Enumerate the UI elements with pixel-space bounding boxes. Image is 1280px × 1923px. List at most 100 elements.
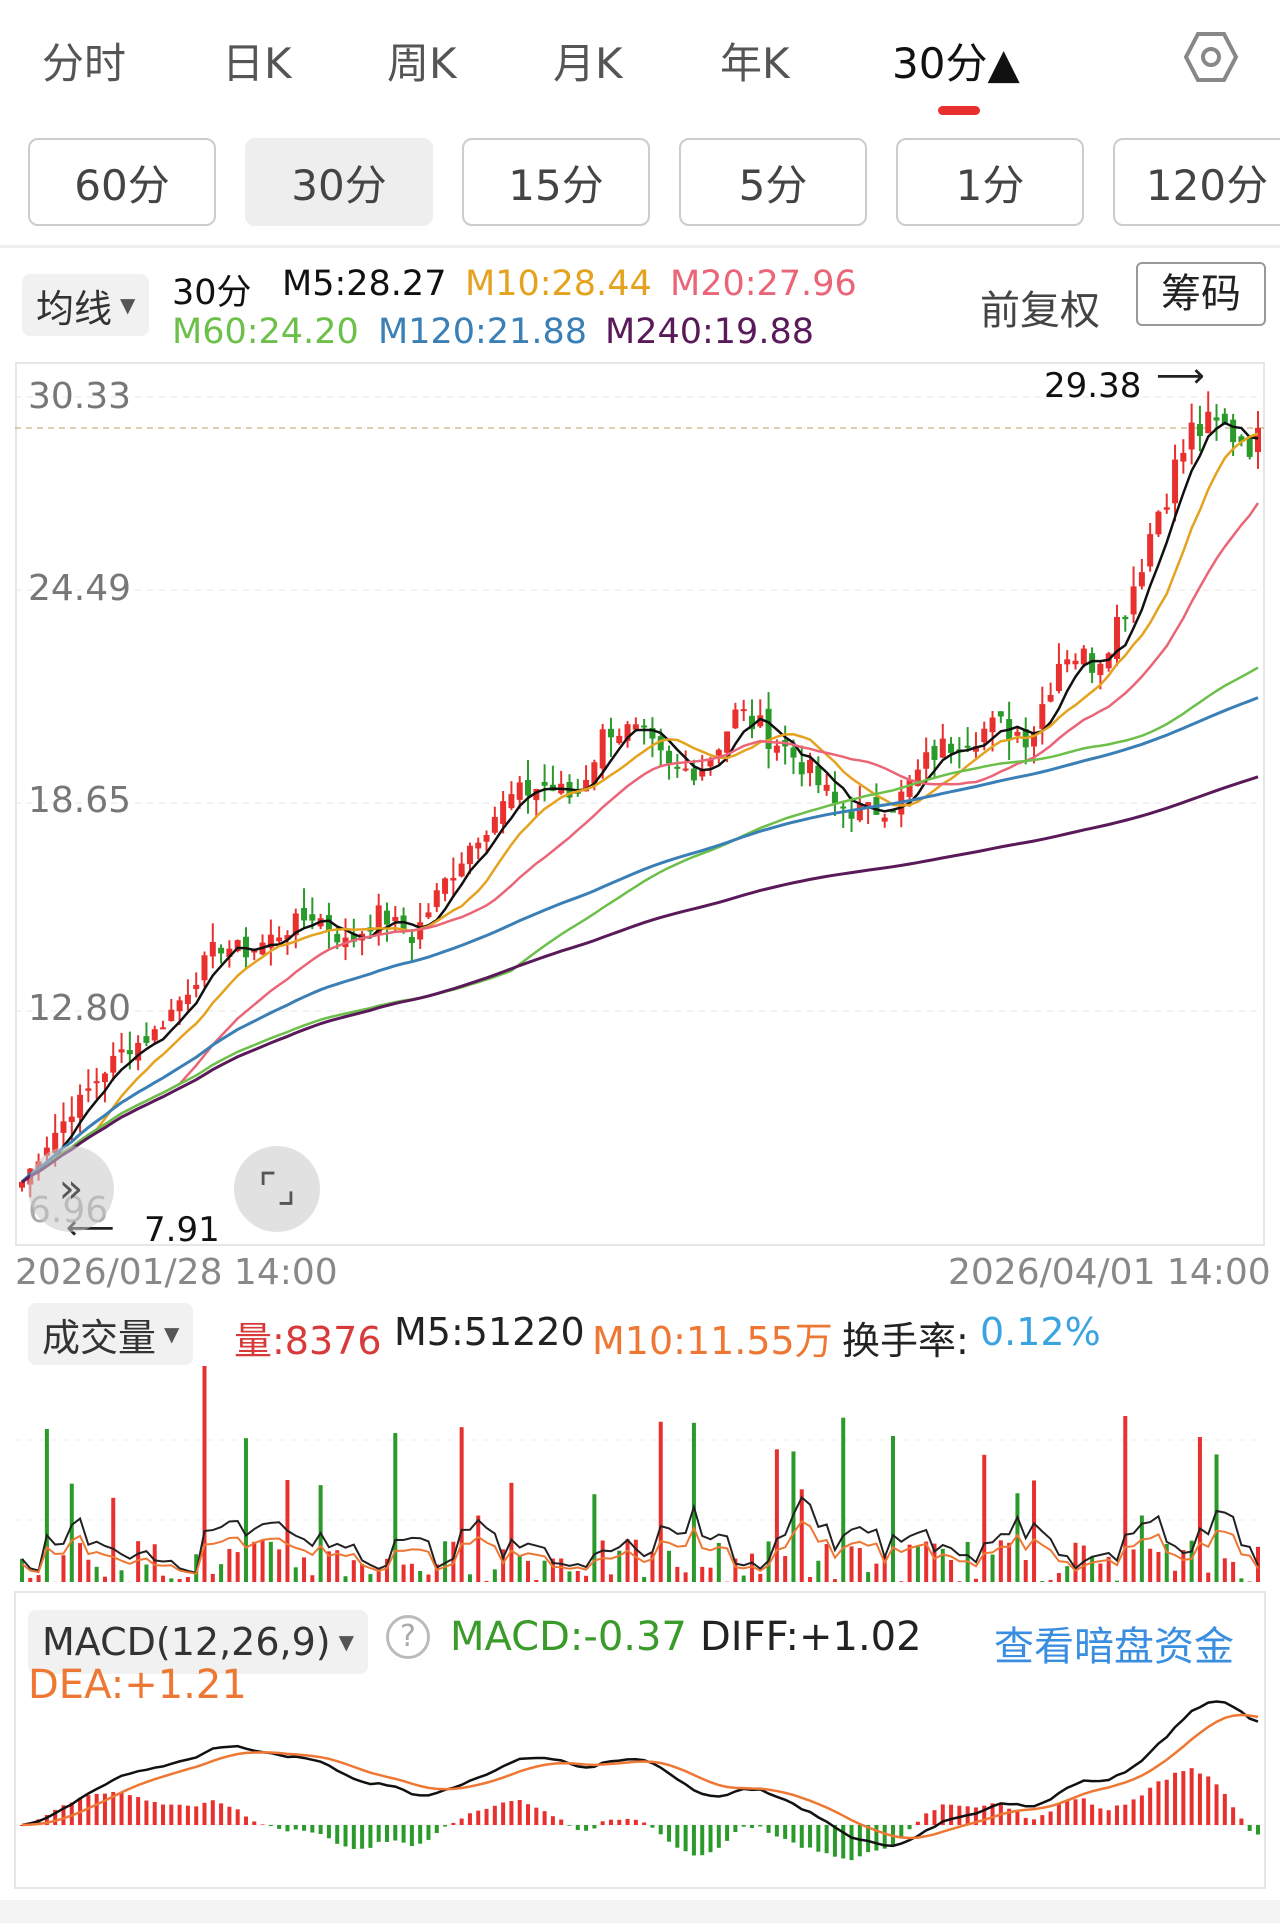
help-icon[interactable]: ? — [386, 1615, 430, 1659]
volume-bar — [178, 1579, 182, 1582]
macd-bar — [211, 1800, 215, 1825]
macd-bar — [551, 1816, 555, 1825]
y-label: 18.65 — [28, 780, 131, 821]
macd-bar — [310, 1825, 314, 1833]
macd-bar — [816, 1825, 820, 1852]
macd-bar — [1198, 1774, 1202, 1825]
volume-bar — [1198, 1437, 1202, 1582]
macd-bar — [335, 1825, 339, 1844]
candle-body — [948, 744, 954, 753]
expand-sidebar-button[interactable]: » — [28, 1146, 114, 1232]
candle-body — [832, 792, 838, 803]
candle-body — [500, 801, 506, 824]
candle-body — [790, 748, 796, 758]
macd-bar — [791, 1825, 795, 1843]
candle-body — [990, 718, 996, 733]
volume-bar — [1065, 1566, 1069, 1582]
candle-body — [1197, 424, 1203, 436]
candle-body — [1147, 534, 1153, 566]
macd-bar — [1123, 1805, 1127, 1825]
macd-bar — [136, 1797, 140, 1825]
volume-bar — [302, 1557, 306, 1582]
macd-bar — [924, 1813, 928, 1825]
candle-body — [774, 746, 780, 753]
macd-bar — [684, 1825, 688, 1851]
volume-bar — [1115, 1581, 1119, 1582]
candle-body — [152, 1029, 158, 1040]
volume-dropdown-label: 成交量 — [42, 1307, 156, 1362]
macd-bar — [543, 1811, 547, 1825]
candle-body — [1189, 423, 1195, 450]
macd-bar — [144, 1801, 148, 1825]
volume-bar — [310, 1575, 314, 1582]
candle-body — [193, 985, 199, 989]
volume-bar — [460, 1427, 464, 1582]
macd-bar — [485, 1809, 489, 1825]
dark-pool-link[interactable]: 查看暗盘资金 — [994, 1614, 1234, 1672]
candle-body — [857, 803, 863, 820]
volume-bar — [684, 1572, 688, 1582]
volume-bar — [858, 1548, 862, 1582]
candle-body — [1172, 460, 1178, 504]
volume-dropdown[interactable]: 成交量▼ — [28, 1303, 193, 1365]
volume-bar — [1007, 1543, 1011, 1582]
macd-bar — [916, 1822, 920, 1825]
candle-body — [508, 794, 514, 808]
macd-bar — [269, 1825, 273, 1826]
macd-bar — [601, 1821, 605, 1825]
macd-bar — [584, 1825, 588, 1831]
macd-value: MACD:-0.37 — [450, 1614, 687, 1660]
candle-body — [1155, 512, 1161, 535]
macd-bar — [700, 1825, 704, 1855]
macd-bar — [178, 1805, 182, 1825]
fullscreen-button[interactable]: ⌜⌟ — [234, 1146, 320, 1232]
volume-bar — [70, 1484, 74, 1582]
macd-bar — [451, 1823, 455, 1825]
volume-bar — [1239, 1578, 1243, 1582]
caret-down-icon: ▼ — [339, 1630, 354, 1654]
macd-bar — [534, 1808, 538, 1825]
macd-bar — [949, 1805, 953, 1825]
volume-bar — [86, 1560, 90, 1582]
macd-bar — [1032, 1819, 1036, 1825]
candle-body — [492, 817, 498, 833]
volume-bar — [957, 1581, 961, 1582]
macd-bar — [460, 1819, 464, 1825]
candle-body — [417, 922, 423, 939]
volume-bar — [982, 1455, 986, 1582]
y-label: 24.49 — [28, 568, 131, 609]
macd-bar — [932, 1810, 936, 1825]
macd-bar — [1024, 1818, 1028, 1825]
volume-bar — [833, 1579, 837, 1582]
volume-bar — [874, 1564, 878, 1582]
macd-bar — [352, 1825, 356, 1849]
candle-body — [309, 914, 315, 920]
volume-bar — [294, 1567, 298, 1582]
macd-bar — [443, 1825, 447, 1827]
candle-body — [608, 729, 614, 737]
volume-bar — [800, 1489, 804, 1582]
y-label: 30.33 — [28, 376, 131, 417]
macd-bar — [186, 1806, 190, 1825]
candle-body — [119, 1049, 125, 1052]
bottom-bar — [0, 1900, 1280, 1923]
ma-line-m20 — [22, 503, 1258, 1182]
candle-body — [542, 782, 548, 786]
volume-bar — [783, 1556, 787, 1582]
macd-bar — [1231, 1807, 1235, 1825]
candle-body — [1139, 572, 1145, 586]
macd-bar — [1223, 1794, 1227, 1825]
candle-body — [185, 995, 191, 1004]
volume-bar — [393, 1433, 397, 1582]
candle-body — [484, 835, 490, 842]
volume-bar — [169, 1578, 173, 1582]
candle-body — [459, 864, 465, 877]
candle-body — [641, 725, 647, 727]
volume-bar — [1223, 1558, 1227, 1582]
volume-bar — [111, 1498, 115, 1582]
macd-bar — [1173, 1773, 1177, 1825]
volume-bar — [1074, 1543, 1078, 1582]
volume-bar — [352, 1560, 356, 1582]
macd-bar — [1248, 1825, 1252, 1831]
volume-m5: M5:51220 — [394, 1310, 585, 1354]
